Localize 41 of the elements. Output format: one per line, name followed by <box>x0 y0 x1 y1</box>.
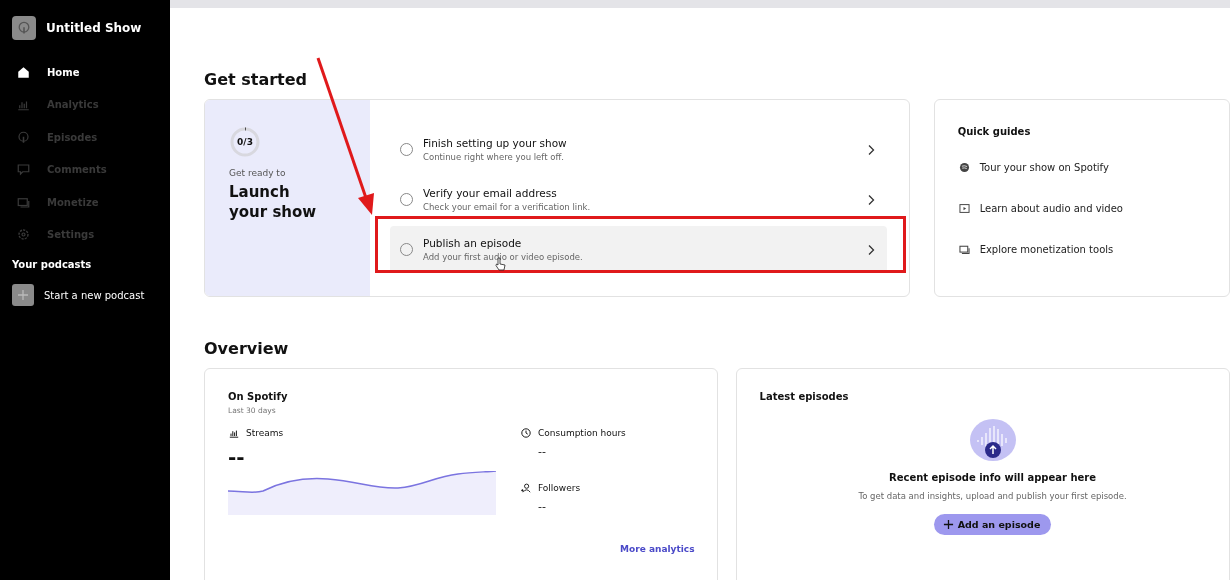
show-title: Untitled Show <box>46 21 142 35</box>
plus-icon <box>942 519 954 530</box>
checklist-item[interactable]: Verify your email address Check your email for a verification link. <box>390 176 887 223</box>
section-heading: Get started <box>204 70 308 89</box>
home-icon <box>16 64 31 80</box>
play-icon <box>957 202 971 215</box>
section-heading: Your podcasts <box>12 259 93 270</box>
settings-icon <box>16 227 31 243</box>
new-podcast-link[interactable]: Start a new podcast <box>12 284 170 306</box>
guide-link[interactable]: Tour your show on Spotify <box>957 147 1229 188</box>
section-heading: Overview <box>204 339 290 358</box>
screen-stack-icon <box>957 243 971 256</box>
progress-ring: 0/3 <box>229 126 261 158</box>
sidebar-item[interactable]: Home <box>12 56 170 89</box>
spotify-circle-icon <box>957 161 971 174</box>
checklist-item[interactable]: Finish setting up your show Continue right where you left off. <box>390 126 887 173</box>
guide-link[interactable]: Learn about audio and video <box>957 188 1229 229</box>
metric-value: -- <box>538 445 547 458</box>
clock-icon <box>520 427 532 439</box>
guide-link[interactable]: Explore monetization tools <box>957 229 1229 270</box>
launch-title: Launch your show <box>229 182 318 222</box>
metric-label: Followers <box>520 482 626 494</box>
upload-illustration-icon <box>969 418 1016 462</box>
person-icon <box>520 482 532 494</box>
card-title: On Spotify <box>228 391 289 402</box>
metric-value: -- <box>538 500 547 513</box>
metric-label: Streams <box>228 427 498 439</box>
kicker-text: Get ready to <box>229 168 287 178</box>
card-title: Quick guides <box>957 126 1032 137</box>
microphone-icon <box>16 129 31 145</box>
metric-value: -- <box>228 445 246 469</box>
show-artwork-icon <box>12 16 36 40</box>
comment-icon <box>16 162 31 178</box>
checklist-item[interactable]: Publish an episode Add your first audio or video episode. <box>390 226 887 273</box>
card-title: Latest episodes <box>759 391 850 402</box>
empty-state-title: Recent episode info will appear here <box>889 472 1097 483</box>
more-analytics-link[interactable]: More analytics <box>620 544 695 554</box>
add-episode-button[interactable]: Add an episode <box>933 514 1052 535</box>
metric-label: Consumption hours <box>520 427 626 439</box>
plus-icon <box>17 289 29 301</box>
empty-state-text: To get data and insights, upload and publish your first episode. <box>858 491 1127 501</box>
